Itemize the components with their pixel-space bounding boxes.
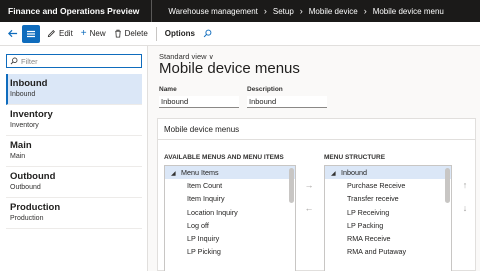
list-view-button[interactable] bbox=[22, 24, 40, 43]
section-title[interactable]: Mobile device menus bbox=[164, 125, 239, 134]
breadcrumb-setup[interactable]: Setup bbox=[273, 7, 294, 16]
tree-node-root[interactable]: ◢ Menu Items bbox=[165, 166, 295, 181]
list-item-subtitle: Main bbox=[10, 153, 26, 160]
back-button[interactable] bbox=[4, 25, 20, 43]
tree-node[interactable]: Log off bbox=[165, 219, 295, 232]
name-field[interactable]: Inbound bbox=[159, 96, 239, 108]
remove-from-structure-button[interactable]: ← bbox=[303, 202, 315, 214]
list-item[interactable]: Main Main bbox=[6, 136, 142, 167]
list-icon bbox=[27, 30, 35, 37]
list-item-title: Inbound bbox=[10, 78, 48, 89]
menu-structure-label: MENU STRUCTURE bbox=[324, 154, 386, 161]
list-item-subtitle: Production bbox=[10, 215, 44, 222]
tree-node-label: Menu Items bbox=[181, 168, 219, 177]
breadcrumb-mobile-device[interactable]: Mobile device bbox=[309, 7, 358, 16]
tree-node[interactable]: LP Picking bbox=[165, 245, 295, 258]
breadcrumb-mobile-device-menu[interactable]: Mobile device menu bbox=[373, 7, 444, 16]
tree-node-label: Inbound bbox=[341, 168, 367, 177]
scrollbar-thumb[interactable] bbox=[445, 168, 450, 203]
chevron-right-icon: › bbox=[263, 6, 267, 16]
section-divider bbox=[158, 139, 475, 140]
edit-label: Edit bbox=[59, 29, 73, 38]
new-button[interactable]: + New bbox=[77, 25, 110, 43]
tree-node[interactable]: Location Inquiry bbox=[165, 206, 295, 219]
list-pane: Inbound Inbound Inventory Inventory Main… bbox=[0, 46, 148, 271]
move-up-button[interactable]: ↑ bbox=[459, 179, 471, 191]
arrow-up-icon: ↑ bbox=[462, 180, 468, 190]
list-item-title: Inventory bbox=[10, 109, 53, 120]
new-label: New bbox=[89, 29, 106, 38]
chevron-right-icon: › bbox=[299, 6, 303, 16]
tree-node[interactable]: Transfer receive bbox=[325, 192, 451, 205]
add-to-structure-button[interactable]: → bbox=[303, 179, 315, 191]
mobile-device-menus-section: Mobile device menus AVAILABLE MENUS AND … bbox=[157, 118, 476, 271]
scrollbar-thumb[interactable] bbox=[289, 168, 294, 203]
delete-label: Delete bbox=[124, 29, 148, 38]
trash-icon bbox=[114, 29, 122, 38]
description-field[interactable]: Inbound bbox=[247, 96, 327, 108]
list-item[interactable]: Inbound Inbound bbox=[6, 74, 142, 105]
pencil-icon bbox=[47, 29, 56, 38]
back-arrow-icon bbox=[7, 29, 17, 38]
list-item-subtitle: Inbound bbox=[10, 91, 36, 98]
breadcrumb-warehouse-management[interactable]: Warehouse management bbox=[168, 7, 258, 16]
search-button[interactable] bbox=[199, 25, 216, 43]
list-item[interactable]: Outbound Outbound bbox=[6, 167, 142, 198]
arrow-down-icon: ↓ bbox=[462, 203, 468, 213]
description-label: Description bbox=[247, 86, 283, 93]
tree-node[interactable]: RMA and Putaway bbox=[325, 245, 451, 258]
search-icon bbox=[203, 29, 212, 38]
list-item-title: Main bbox=[10, 140, 32, 151]
tree-node[interactable]: LP Packing bbox=[325, 219, 451, 232]
vertical-scrollbar[interactable] bbox=[288, 166, 295, 271]
list-item-subtitle: Outbound bbox=[10, 184, 41, 191]
list-item-title: Production bbox=[10, 202, 61, 213]
record-list: Inbound Inbound Inventory Inventory Main… bbox=[6, 74, 142, 229]
action-pane: Edit + New Delete Options bbox=[0, 22, 480, 46]
options-button[interactable]: Options bbox=[161, 25, 199, 43]
arrow-right-icon: → bbox=[304, 180, 314, 190]
tree-node-root[interactable]: ◢ Inbound bbox=[325, 166, 451, 181]
name-label: Name bbox=[159, 86, 177, 93]
edit-button[interactable]: Edit bbox=[43, 25, 77, 43]
expand-triangle-icon[interactable]: ◢ bbox=[171, 168, 181, 181]
list-item[interactable]: Production Production bbox=[6, 198, 142, 229]
tree-node[interactable]: LP Inquiry bbox=[165, 232, 295, 245]
search-icon bbox=[10, 57, 18, 65]
list-item[interactable]: Inventory Inventory bbox=[6, 105, 142, 136]
details-pane: Standard view ∨ Mobile device menus Name… bbox=[148, 46, 480, 271]
toolbar-divider bbox=[155, 26, 157, 41]
vertical-scrollbar[interactable] bbox=[444, 166, 451, 271]
tree-node[interactable]: RMA Receive bbox=[325, 232, 451, 245]
move-down-button[interactable]: ↓ bbox=[459, 202, 471, 214]
filter-box[interactable] bbox=[6, 54, 142, 68]
tree-node[interactable]: LP Receiving bbox=[325, 206, 451, 219]
expand-triangle-icon[interactable]: ◢ bbox=[331, 168, 341, 181]
tree-node[interactable]: Item Inquiry bbox=[165, 192, 295, 205]
tree-node[interactable]: Item Count bbox=[165, 179, 295, 192]
available-menus-label: AVAILABLE MENUS AND MENU ITEMS bbox=[164, 154, 284, 161]
filter-input[interactable] bbox=[21, 56, 131, 66]
available-menus-tree[interactable]: ◢ Menu Items Item Count Item Inquiry Loca… bbox=[164, 165, 296, 271]
list-item-subtitle: Inventory bbox=[10, 122, 39, 129]
tree-node[interactable]: Purchase Receive bbox=[325, 179, 451, 192]
delete-button[interactable]: Delete bbox=[110, 25, 152, 43]
app-title[interactable]: Finance and Operations Preview bbox=[0, 0, 153, 22]
arrow-left-icon: ← bbox=[304, 203, 314, 213]
menu-structure-tree[interactable]: ◢ Inbound Purchase Receive Transfer recei… bbox=[324, 165, 452, 271]
top-navigation-bar: Finance and Operations Preview Warehouse… bbox=[0, 0, 480, 22]
plus-icon: + bbox=[80, 28, 87, 39]
chevron-right-icon: › bbox=[363, 6, 367, 16]
page-title: Mobile device menus bbox=[159, 60, 300, 77]
list-item-title: Outbound bbox=[10, 171, 56, 182]
breadcrumb: Warehouse management › Setup › Mobile de… bbox=[152, 6, 444, 16]
